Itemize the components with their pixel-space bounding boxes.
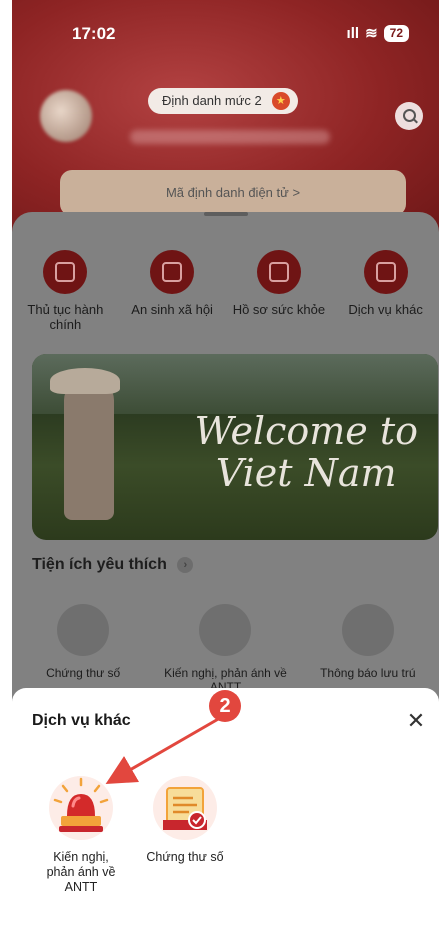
step-marker: 2 <box>209 690 241 722</box>
annotation-arrow <box>105 716 221 784</box>
